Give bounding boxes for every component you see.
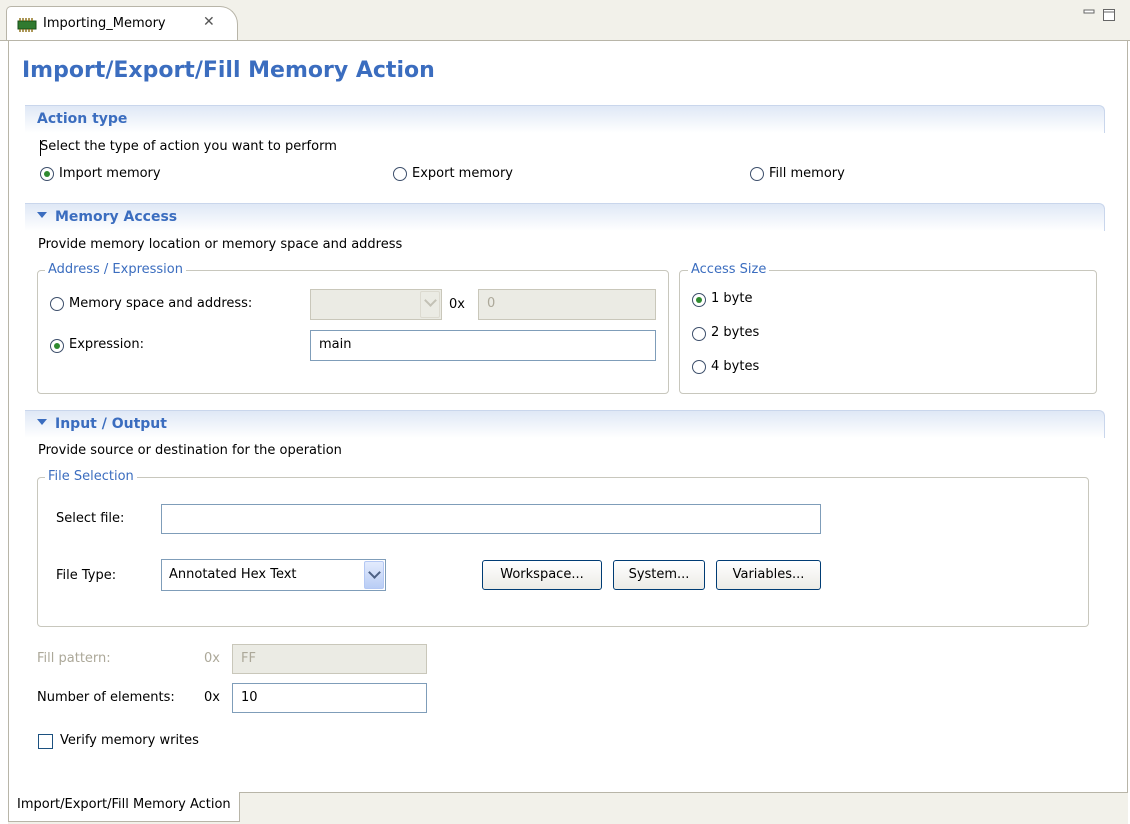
radio-expression[interactable] [50, 339, 64, 353]
system-button[interactable]: System... [613, 560, 705, 590]
page-title: Import/Export/Fill Memory Action [22, 58, 435, 83]
section-title-memory-access-wrap: Memory Access [37, 209, 177, 225]
verify-memory-writes-checkbox[interactable] [38, 734, 53, 749]
collapse-twisty-icon[interactable] [37, 212, 47, 218]
memory-space-label: Memory space and address: [69, 296, 253, 311]
radio-label-4-bytes: 4 bytes [711, 359, 760, 374]
minimize-icon[interactable] [1082, 8, 1096, 22]
verify-memory-writes-label: Verify memory writes [60, 733, 199, 748]
radio-2-bytes[interactable] [692, 327, 706, 341]
radio-import-memory[interactable] [40, 167, 54, 181]
radio-fill-memory[interactable] [750, 167, 764, 181]
chevron-down-icon [424, 294, 437, 307]
expression-label: Expression: [69, 337, 144, 352]
collapse-twisty-icon[interactable] [37, 419, 47, 425]
address-input[interactable]: 0 [478, 289, 656, 320]
radio-label-export-memory: Export memory [412, 166, 514, 181]
access-size-group-title: Access Size [688, 262, 770, 277]
file-selection-group-title: File Selection [45, 469, 137, 484]
section-title-action-type: Action type [37, 111, 128, 127]
address-expression-group-title: Address / Expression [45, 262, 186, 277]
section-header-input-output[interactable]: Input / Output [25, 410, 1105, 438]
fill-pattern-input[interactable]: FF [232, 644, 427, 674]
radio-label-1-byte: 1 byte [711, 291, 753, 306]
select-file-label: Select file: [56, 511, 125, 526]
fill-pattern-hex-prefix: 0x [204, 651, 220, 666]
number-of-elements-hex-prefix: 0x [204, 690, 220, 705]
chevron-down-icon [368, 566, 381, 579]
file-type-select[interactable]: Annotated Hex Text [161, 559, 386, 591]
file-selection-group [37, 477, 1089, 627]
hex-prefix-label: 0x [449, 297, 465, 312]
number-of-elements-label: Number of elements: [37, 690, 175, 705]
dropdown-button[interactable] [364, 561, 384, 589]
file-type-label: File Type: [56, 568, 117, 583]
select-file-input[interactable] [161, 504, 821, 534]
section-title-memory-access: Memory Access [55, 209, 178, 225]
editor-tab-strip: Importing_Memory ✕ [0, 0, 1130, 41]
radio-4-bytes[interactable] [692, 360, 706, 374]
close-icon[interactable]: ✕ [203, 14, 215, 30]
number-of-elements-input[interactable]: 10 [232, 683, 427, 713]
section-title-input-output-wrap: Input / Output [37, 416, 167, 432]
section-header-action-type: Action type [25, 105, 1105, 133]
editor-window: Importing_Memory ✕ Import/Export/Fill Me… [0, 0, 1130, 824]
page-tab-strip: Import/Export/Fill Memory Action [8, 792, 1128, 824]
expression-input[interactable]: main [310, 330, 656, 361]
action-type-description: Select the type of action you want to pe… [40, 139, 337, 154]
memory-access-description: Provide memory location or memory space … [38, 237, 403, 252]
radio-label-fill-memory: Fill memory [769, 166, 845, 181]
dropdown-button[interactable] [420, 291, 440, 318]
page-tab-import-export-fill[interactable]: Import/Export/Fill Memory Action [8, 792, 240, 822]
memory-space-select[interactable] [310, 289, 442, 320]
radio-1-byte[interactable] [692, 293, 706, 307]
workspace-button[interactable]: Workspace... [482, 560, 602, 590]
fill-pattern-label: Fill pattern: [37, 651, 111, 666]
radio-label-import-memory: Import memory [59, 166, 161, 181]
editor-tab-importing-memory[interactable]: Importing_Memory ✕ [6, 6, 238, 40]
section-header-memory-access[interactable]: Memory Access [25, 203, 1105, 231]
radio-label-2-bytes: 2 bytes [711, 325, 760, 340]
input-output-description: Provide source or destination for the op… [38, 443, 342, 458]
radio-export-memory[interactable] [393, 167, 407, 181]
variables-button[interactable]: Variables... [716, 560, 821, 590]
file-type-value: Annotated Hex Text [169, 567, 297, 582]
radio-memory-space-address[interactable] [50, 297, 64, 311]
section-title-input-output: Input / Output [55, 416, 167, 432]
tab-label: Importing_Memory [43, 16, 166, 31]
memory-chip-icon [17, 18, 37, 32]
maximize-icon[interactable] [1102, 8, 1116, 22]
